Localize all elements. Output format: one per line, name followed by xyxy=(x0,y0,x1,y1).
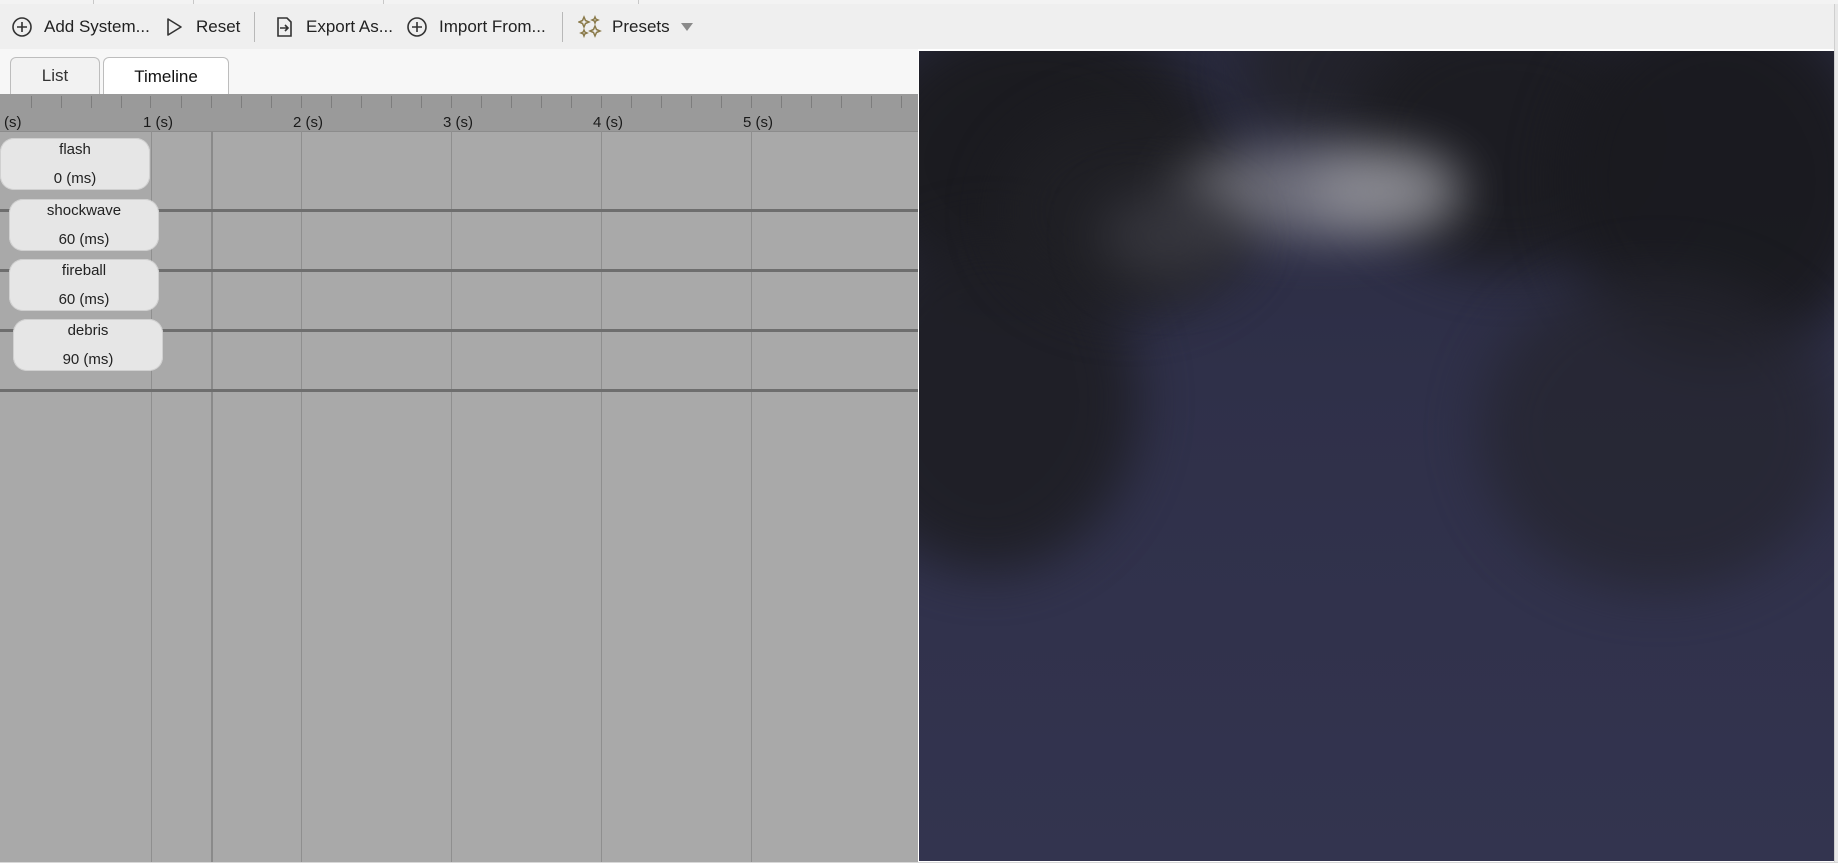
timeline-area[interactable]: (s) 1 (s) 2 (s) 3 (s) 4 (s) 5 (s) flash … xyxy=(0,94,918,862)
ruler-label-1: 1 (s) xyxy=(143,114,173,131)
time-ruler[interactable]: (s) 1 (s) 2 (s) 3 (s) 4 (s) 5 (s) xyxy=(0,94,918,132)
ruler-tick xyxy=(361,96,362,108)
effect-preview-viewport[interactable] xyxy=(919,51,1834,861)
system-delay: 90 (ms) xyxy=(62,351,114,368)
smoke-cloud xyxy=(1099,191,1239,281)
ruler-tick xyxy=(631,96,632,108)
ruler-tick xyxy=(150,96,151,108)
ruler-tick xyxy=(571,96,572,108)
import-from-label: Import From... xyxy=(439,17,546,36)
ruler-label-3: 3 (s) xyxy=(443,114,473,131)
ruler-tick xyxy=(511,96,512,108)
tab-timeline[interactable]: Timeline xyxy=(103,57,229,95)
play-outline-icon xyxy=(162,15,186,39)
tab-list[interactable]: List xyxy=(10,57,100,94)
ruler-tick xyxy=(541,96,542,108)
add-system-label: Add System... xyxy=(44,17,150,36)
ruler-tick xyxy=(121,96,122,108)
export-icon xyxy=(272,15,296,39)
reset-button[interactable]: Reset xyxy=(162,10,240,44)
smoke-cloud xyxy=(1479,271,1834,591)
ruler-label-2: 2 (s) xyxy=(293,114,323,131)
ruler-tick xyxy=(721,96,722,108)
ruler-tick xyxy=(871,96,872,108)
ruler-label-4: 4 (s) xyxy=(593,114,623,131)
plus-circle-icon xyxy=(10,15,34,39)
system-name: flash xyxy=(59,141,91,158)
left-panel: List Timeline (s) 1 (s) 2 (s) 3 (s) 4 (s… xyxy=(0,49,918,862)
ruler-tick xyxy=(481,96,482,108)
ruler-tick xyxy=(391,96,392,108)
ruler-tick xyxy=(61,96,62,108)
chevron-down-icon xyxy=(680,15,694,39)
system-name: debris xyxy=(67,322,109,339)
sparkles-icon xyxy=(578,15,602,39)
window-bottom-edge xyxy=(0,862,1838,867)
toolbar-separator xyxy=(562,12,563,42)
ruler-tick xyxy=(31,96,32,108)
ruler-tick xyxy=(781,96,782,108)
plus-circle-icon xyxy=(405,15,429,39)
ruler-tick xyxy=(241,96,242,108)
system-clip-fireball[interactable]: fireball 60 (ms) xyxy=(9,259,159,311)
reset-label: Reset xyxy=(196,17,241,36)
ruler-tick xyxy=(181,96,182,108)
ruler-tick xyxy=(751,96,752,108)
ruler-tick xyxy=(841,96,842,108)
presets-label: Presets xyxy=(612,17,670,36)
row-divider xyxy=(0,389,918,392)
toolbar: Add System... Reset Export As... Import … xyxy=(0,4,1838,49)
tab-bar: List Timeline xyxy=(0,49,918,95)
ruler-tick xyxy=(601,96,602,108)
tab-list-label: List xyxy=(41,66,69,85)
system-name: fireball xyxy=(61,262,107,279)
add-system-button[interactable]: Add System... xyxy=(10,10,150,44)
ruler-label-5: 5 (s) xyxy=(743,114,773,131)
ruler-tick xyxy=(331,96,332,108)
import-from-button[interactable]: Import From... xyxy=(405,10,546,44)
ruler-tick xyxy=(901,96,902,108)
export-as-button[interactable]: Export As... xyxy=(272,10,393,44)
ruler-tick xyxy=(451,96,452,108)
ruler-tick xyxy=(211,96,212,108)
ruler-label-0: (s) xyxy=(4,114,22,131)
ruler-tick xyxy=(301,96,302,108)
tab-timeline-label: Timeline xyxy=(134,66,198,86)
timeline-row: flash 0 (ms) xyxy=(0,132,918,190)
ruler-tick xyxy=(811,96,812,108)
ruler-tick xyxy=(661,96,662,108)
export-as-label: Export As... xyxy=(306,17,393,36)
timeline-row: debris 90 (ms) xyxy=(0,319,918,390)
ruler-tick xyxy=(421,96,422,108)
system-delay: 60 (ms) xyxy=(58,291,110,308)
ruler-tick xyxy=(91,96,92,108)
system-clip-debris[interactable]: debris 90 (ms) xyxy=(13,319,163,371)
smoke-highlight xyxy=(1309,156,1459,226)
system-clip-shockwave[interactable]: shockwave 60 (ms) xyxy=(9,199,159,251)
toolbar-separator xyxy=(254,12,255,42)
window-right-edge xyxy=(1834,4,1838,862)
system-name: shockwave xyxy=(46,202,122,219)
presets-dropdown[interactable]: Presets xyxy=(578,10,694,44)
system-clip-flash[interactable]: flash 0 (ms) xyxy=(0,138,150,190)
ruler-tick xyxy=(691,96,692,108)
system-delay: 60 (ms) xyxy=(58,231,110,248)
system-delay: 0 (ms) xyxy=(53,170,97,187)
ruler-tick xyxy=(271,96,272,108)
